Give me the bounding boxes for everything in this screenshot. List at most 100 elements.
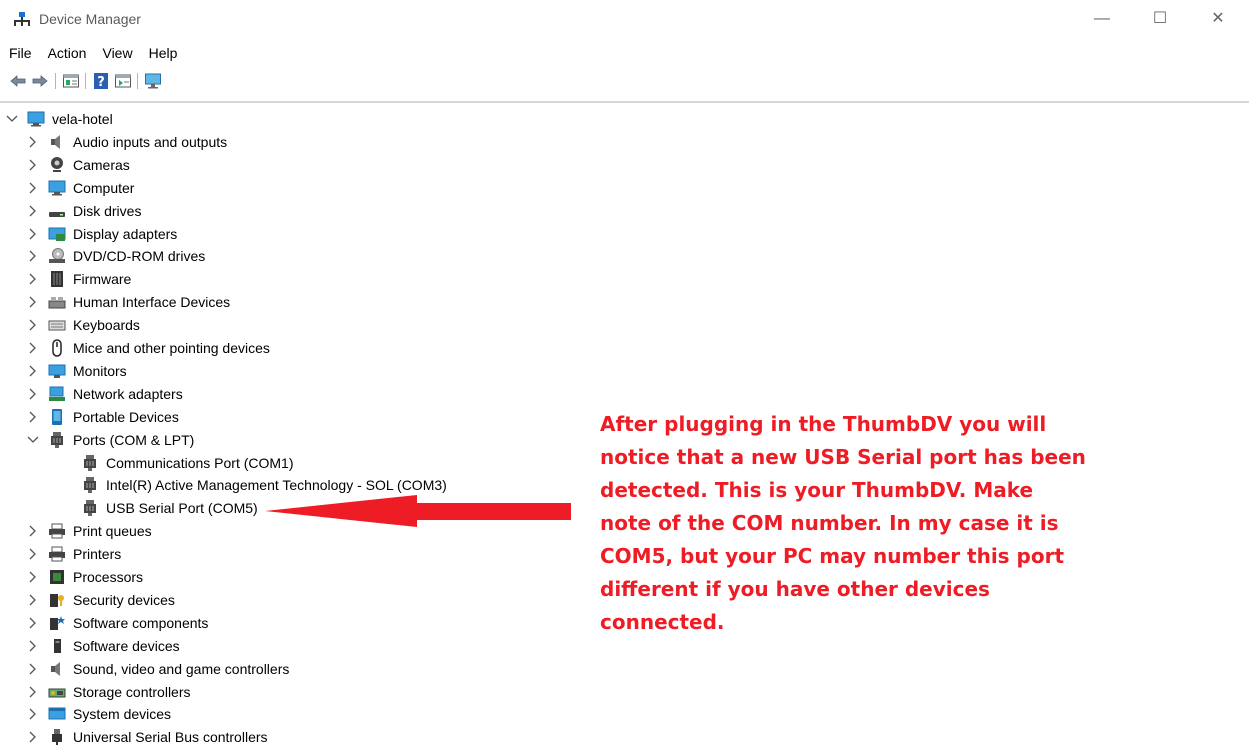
tree-category[interactable]: Network adapters xyxy=(27,383,183,405)
tree-category[interactable]: Ports (COM & LPT) xyxy=(27,429,194,451)
tree-item-label: Portable Devices xyxy=(73,408,179,425)
tree-category[interactable]: Printers xyxy=(27,543,121,565)
tree-item-label: Intel(R) Active Management Technology - … xyxy=(106,477,447,494)
usb-controller-icon xyxy=(52,729,62,746)
chevron-right-icon[interactable] xyxy=(27,566,39,588)
menu-view[interactable]: View xyxy=(94,42,140,64)
printer-icon xyxy=(49,523,65,539)
keyboard-icon xyxy=(48,320,66,331)
tree-item-label: Security devices xyxy=(73,591,175,608)
chevron-right-icon[interactable] xyxy=(27,383,39,405)
chevron-right-icon[interactable] xyxy=(27,154,39,176)
chevron-right-icon[interactable] xyxy=(27,337,39,359)
sound-controller-icon xyxy=(51,661,60,676)
menu-help[interactable]: Help xyxy=(141,42,186,64)
tree-category[interactable]: Security devices xyxy=(27,589,175,611)
tree-item-label: Storage controllers xyxy=(73,683,191,700)
tree-category[interactable]: Portable Devices xyxy=(27,406,179,428)
svg-text:?: ? xyxy=(97,75,105,90)
tree-category[interactable]: Software components xyxy=(27,612,208,634)
minimize-button[interactable]: — xyxy=(1079,6,1125,32)
chevron-right-icon[interactable] xyxy=(27,681,39,703)
tree-category[interactable]: Software devices xyxy=(27,635,180,657)
tree-item-label: Processors xyxy=(73,569,144,585)
mouse-icon xyxy=(52,339,62,357)
chevron-right-icon[interactable] xyxy=(27,612,39,634)
tree-item-label: Firmware xyxy=(73,271,132,288)
tree-category[interactable]: Monitors xyxy=(27,360,127,382)
chevron-right-icon[interactable] xyxy=(27,635,39,657)
chevron-down-icon[interactable] xyxy=(6,108,18,130)
chevron-right-icon[interactable] xyxy=(27,406,39,428)
disk-drive-icon xyxy=(49,211,65,217)
software-device-icon xyxy=(54,638,61,653)
chevron-right-icon[interactable] xyxy=(27,200,39,222)
forward-icon[interactable] xyxy=(31,72,49,90)
tree-category[interactable]: DVD/CD-ROM drives xyxy=(27,245,205,267)
printer-icon xyxy=(49,546,65,562)
tree-category[interactable]: Storage controllers xyxy=(27,681,191,703)
chevron-right-icon[interactable] xyxy=(27,543,39,565)
dvd-drive-icon xyxy=(49,248,65,264)
security-device-icon xyxy=(50,593,64,607)
chevron-right-icon[interactable] xyxy=(27,703,39,725)
tree-item-label: Network adapters xyxy=(73,385,183,402)
tree-category[interactable]: Computer xyxy=(27,177,134,199)
chevron-down-icon[interactable] xyxy=(27,429,39,451)
back-icon[interactable] xyxy=(9,72,27,90)
update-driver-icon[interactable] xyxy=(114,72,132,90)
processor-icon xyxy=(50,570,64,584)
title-bar: Device Manager — ☐ ✕ xyxy=(0,0,1249,38)
tree-category[interactable]: Keyboards xyxy=(27,314,140,336)
chevron-right-icon[interactable] xyxy=(27,245,39,267)
chevron-right-icon[interactable] xyxy=(27,268,39,290)
chevron-right-icon[interactable] xyxy=(27,314,39,336)
tree-item-label: Mice and other pointing devices xyxy=(73,340,270,356)
tree-device[interactable]: Communications Port (COM1) xyxy=(60,452,294,474)
tree-item-label: Disk drives xyxy=(73,202,142,219)
toolbar-divider xyxy=(0,101,1249,103)
tree-category[interactable]: Display adapters xyxy=(27,223,177,245)
software-component-icon xyxy=(50,615,65,630)
computer-icon xyxy=(48,180,66,196)
tree-category[interactable]: Cameras xyxy=(27,154,130,176)
toolbar-separator xyxy=(137,73,138,89)
chevron-right-icon[interactable] xyxy=(27,360,39,382)
chevron-right-icon[interactable] xyxy=(27,177,39,199)
scan-hardware-icon[interactable] xyxy=(144,72,162,90)
tree-device[interactable]: USB Serial Port (COM5) xyxy=(60,497,258,519)
menu-action[interactable]: Action xyxy=(40,42,95,64)
menu-file[interactable]: File xyxy=(0,42,40,64)
help-icon[interactable]: ? xyxy=(92,72,110,90)
chevron-right-icon[interactable] xyxy=(27,520,39,542)
tree-category[interactable]: System devices xyxy=(27,703,171,725)
tree-item-label: Monitors xyxy=(73,362,127,379)
tree-item-label: System devices xyxy=(73,706,172,723)
monitor-icon xyxy=(48,364,66,378)
menu-bar: File Action View Help xyxy=(0,42,185,64)
chevron-right-icon[interactable] xyxy=(27,223,39,245)
device-manager-icon xyxy=(14,12,30,26)
properties-icon[interactable] xyxy=(62,72,80,90)
chevron-right-icon[interactable] xyxy=(27,658,39,680)
tree-category[interactable]: Mice and other pointing devices xyxy=(27,337,270,359)
tree-category[interactable]: Disk drives xyxy=(27,200,141,222)
tree-category[interactable]: Human Interface Devices xyxy=(27,291,230,313)
tree-category[interactable]: Firmware xyxy=(27,268,131,290)
close-button[interactable]: ✕ xyxy=(1195,6,1241,32)
chevron-right-icon[interactable] xyxy=(27,589,39,611)
toolbar-separator xyxy=(55,73,56,89)
annotation-text: After plugging in the ThumbDV you will n… xyxy=(600,412,1086,634)
tree-item-label: Cameras xyxy=(73,156,130,173)
chevron-right-icon[interactable] xyxy=(27,291,39,313)
network-adapter-icon xyxy=(49,386,65,401)
tree-category[interactable]: Audio inputs and outputs xyxy=(27,131,227,153)
storage-controller-icon xyxy=(48,688,66,697)
tree-category[interactable]: Sound, video and game controllers xyxy=(27,658,289,680)
chevron-right-icon[interactable] xyxy=(27,131,39,153)
tree-category[interactable]: Print queues xyxy=(27,520,152,542)
tree-root[interactable]: vela-hotel xyxy=(6,108,113,130)
tree-item-label: Human Interface Devices xyxy=(73,294,231,311)
maximize-button[interactable]: ☐ xyxy=(1137,6,1183,32)
tree-category[interactable]: Processors xyxy=(27,566,143,588)
